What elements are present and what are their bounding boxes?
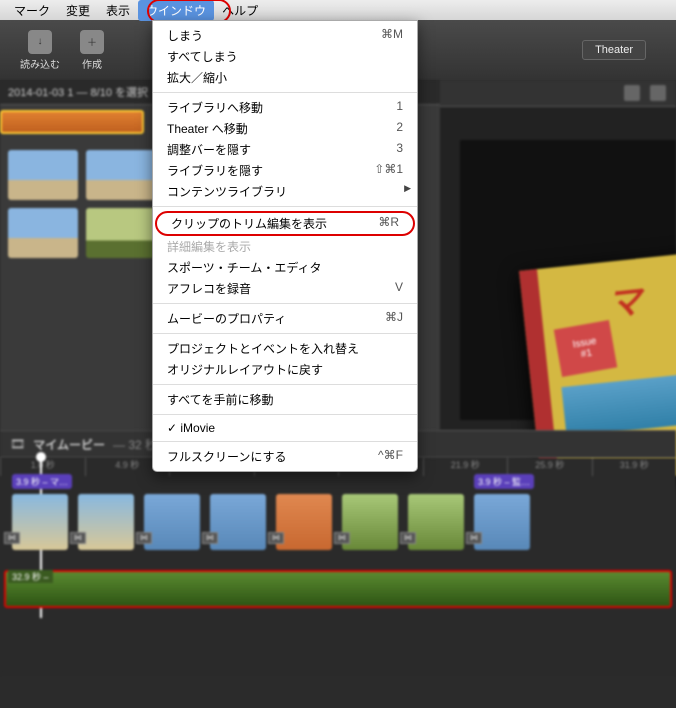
menu-item[interactable]: アフレコを録音V <box>153 278 417 299</box>
share-icon[interactable] <box>624 85 640 101</box>
transition-icon[interactable]: ⋈ <box>400 532 416 544</box>
menu-ヘルプ[interactable]: ヘルプ <box>214 0 266 21</box>
transition-icon[interactable]: ⋈ <box>268 532 284 544</box>
menu-変更[interactable]: 変更 <box>58 0 98 21</box>
timeline-clip[interactable]: ⋈3.9 秒 – 監… <box>474 494 530 550</box>
menu-item[interactable]: スポーツ・チーム・エディタ <box>153 257 417 278</box>
preview-viewer[interactable]: Issue #1 マ <box>460 140 676 420</box>
menu-item[interactable]: クリップのトリム編集を表示⌘R <box>155 211 415 236</box>
menu-item[interactable]: しまう⌘M <box>153 25 417 46</box>
menu-item[interactable]: ライブラリへ移動1 <box>153 97 417 118</box>
timeline-clip[interactable]: ⋈ <box>210 494 266 550</box>
film-icon: 🎞 <box>10 437 25 451</box>
preview-panel: Issue #1 マ <box>440 80 676 430</box>
timeline-clip[interactable]: ⋈ <box>78 494 134 550</box>
timeline-clip[interactable]: ⋈ <box>408 494 464 550</box>
project-duration: — 32 秒 <box>113 436 157 453</box>
menu-item[interactable]: ライブラリを隠す⇧⌘1 <box>153 160 417 181</box>
menu-item[interactable]: すべてを手前に移動 <box>153 389 417 410</box>
menu-item[interactable]: すべてしまう <box>153 46 417 67</box>
audio-track[interactable]: 32.9 秒 – <box>4 570 672 608</box>
menu-表示[interactable]: 表示 <box>98 0 138 21</box>
menu-item[interactable]: プロジェクトとイベントを入れ替え <box>153 338 417 359</box>
menu-item[interactable]: フルスクリーンにする^⌘F <box>153 446 417 467</box>
ruler-tick: 31.9 秒 <box>592 458 676 476</box>
transition-icon[interactable]: ⋈ <box>136 532 152 544</box>
timeline[interactable]: 1.0 秒4.9 秒9.4 秒13.9 秒17.4 秒21.9 秒25.9 秒3… <box>0 458 676 674</box>
menu-item: 詳細編集を表示 <box>153 236 417 257</box>
theater-button[interactable]: Theater <box>582 40 646 60</box>
adjust-icon[interactable] <box>650 85 666 101</box>
import-icon: ↓ <box>28 30 52 54</box>
menu-item[interactable]: ムービーのプロパティ⌘J <box>153 308 417 329</box>
project-name: マイムービー <box>33 436 105 453</box>
create-label: 作成 <box>82 56 102 71</box>
menu-item[interactable]: 調整バーを隠す3 <box>153 139 417 160</box>
menu-item[interactable]: コンテンツライブラリ <box>153 181 417 202</box>
timeline-clip[interactable]: ⋈3.9 秒 – マ… <box>12 494 68 550</box>
menu-item[interactable]: 拡大／縮小 <box>153 67 417 88</box>
create-icon: ＋ <box>80 30 104 54</box>
menu-item[interactable]: Theater へ移動2 <box>153 118 417 139</box>
menu-ウインドウ[interactable]: ウインドウ <box>138 0 214 21</box>
window-menu-dropdown[interactable]: しまう⌘Mすべてしまう拡大／縮小ライブラリへ移動1Theater へ移動2調整バ… <box>152 20 418 472</box>
menu-item[interactable]: オリジナルレイアウトに戻す <box>153 359 417 380</box>
import-button[interactable]: ↓ 読み込む <box>20 30 60 71</box>
menu-item[interactable]: ✓ iMovie <box>153 419 417 437</box>
timeline-clip[interactable]: ⋈ <box>144 494 200 550</box>
create-button[interactable]: ＋ 作成 <box>80 30 104 71</box>
transition-icon[interactable]: ⋈ <box>4 532 20 544</box>
menu-マーク[interactable]: マーク <box>6 0 58 21</box>
audio-label: 32.9 秒 – <box>8 570 53 583</box>
transition-icon[interactable]: ⋈ <box>334 532 350 544</box>
issue-line2: #1 <box>580 348 593 361</box>
timeline-clip[interactable]: ⋈ <box>342 494 398 550</box>
timeline-clip[interactable]: ⋈ <box>276 494 332 550</box>
transition-icon[interactable]: ⋈ <box>466 532 482 544</box>
book-title: マ <box>605 274 644 326</box>
transition-icon[interactable]: ⋈ <box>202 532 218 544</box>
transition-icon[interactable]: ⋈ <box>70 532 86 544</box>
import-label: 読み込む <box>20 56 60 71</box>
event-title-text: 2014-01-03 1 — 8/10 を選択 <box>8 84 148 100</box>
